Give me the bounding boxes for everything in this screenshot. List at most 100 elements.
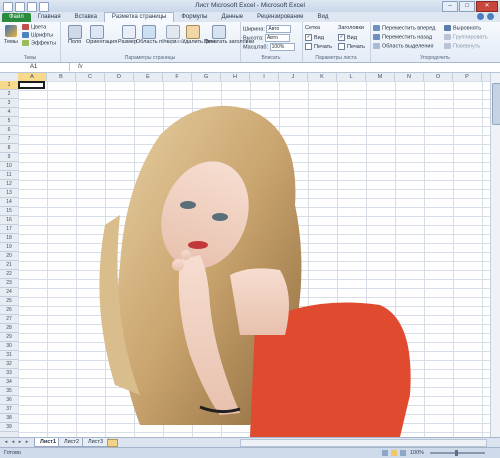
maximize-button[interactable]: □	[459, 1, 475, 12]
column-header[interactable]: N	[395, 73, 424, 81]
row-header[interactable]: 29	[0, 333, 18, 342]
row-header[interactable]: 16	[0, 216, 18, 225]
row-header[interactable]: 11	[0, 171, 18, 180]
gridlines-view-checkbox[interactable]: ✓ Вид	[305, 34, 324, 41]
page-layout-view-icon[interactable]	[391, 450, 397, 456]
colors-button[interactable]: Цвета	[22, 24, 46, 30]
group-button[interactable]: Группировать	[444, 34, 488, 40]
row-header[interactable]: 32	[0, 360, 18, 369]
active-cell[interactable]	[18, 81, 45, 89]
horizontal-scrollbar[interactable]	[240, 439, 487, 447]
column-header[interactable]: M	[366, 73, 395, 81]
tab-view[interactable]: Вид	[311, 13, 336, 22]
headings-view-checkbox[interactable]: ✓ Вид	[338, 34, 357, 41]
tab-file[interactable]: Файл	[2, 13, 31, 22]
sheet-tab-3[interactable]: Лист3	[82, 438, 110, 447]
vertical-scrollbar[interactable]	[490, 73, 500, 437]
column-header[interactable]: C	[76, 73, 105, 81]
print-area-icon[interactable]	[142, 25, 156, 39]
row-header[interactable]: 33	[0, 369, 18, 378]
row-header[interactable]: 39	[0, 423, 18, 432]
row-header[interactable]: 3	[0, 99, 18, 108]
row-header[interactable]: 18	[0, 234, 18, 243]
print-titles-icon[interactable]	[212, 25, 226, 39]
column-header[interactable]: A	[18, 73, 47, 81]
next-sheet-icon[interactable]: ▸	[17, 439, 23, 445]
tab-insert[interactable]: Вставка	[68, 13, 104, 22]
column-header[interactable]: D	[105, 73, 134, 81]
row-header[interactable]: 7	[0, 135, 18, 144]
row-header[interactable]: 21	[0, 261, 18, 270]
zoom-level[interactable]: 100%	[410, 450, 424, 456]
tab-home[interactable]: Главная	[31, 13, 68, 22]
breaks-icon[interactable]	[166, 25, 180, 39]
effects-button[interactable]: Эффекты	[22, 40, 56, 46]
orientation-button[interactable]: Ориентация	[86, 39, 117, 45]
size-button[interactable]: Размер	[118, 39, 137, 45]
row-header[interactable]: 19	[0, 243, 18, 252]
row-header[interactable]: 36	[0, 396, 18, 405]
column-header[interactable]: P	[453, 73, 482, 81]
row-header[interactable]: 6	[0, 126, 18, 135]
row-header[interactable]: 14	[0, 198, 18, 207]
row-header[interactable]: 4	[0, 108, 18, 117]
row-header[interactable]: 26	[0, 306, 18, 315]
name-box[interactable]: A1	[0, 63, 70, 71]
column-header[interactable]: B	[47, 73, 76, 81]
row-header[interactable]: 37	[0, 405, 18, 414]
first-sheet-icon[interactable]: ◂	[3, 439, 9, 445]
column-header[interactable]: L	[337, 73, 366, 81]
row-header[interactable]: 35	[0, 387, 18, 396]
row-header[interactable]: 12	[0, 180, 18, 189]
row-header[interactable]: 28	[0, 324, 18, 333]
margins-icon[interactable]	[68, 25, 82, 39]
send-backward-button[interactable]: Переместить назад	[373, 34, 432, 40]
row-header[interactable]: 24	[0, 288, 18, 297]
row-header[interactable]: 22	[0, 270, 18, 279]
size-icon[interactable]	[122, 25, 136, 39]
themes-button[interactable]: Темы	[4, 39, 18, 45]
row-header[interactable]: 13	[0, 189, 18, 198]
tab-review[interactable]: Рецензирование	[250, 13, 310, 22]
background-icon[interactable]	[186, 25, 200, 39]
height-select[interactable]: Авто	[264, 34, 290, 42]
row-header[interactable]: 15	[0, 207, 18, 216]
tab-formulas[interactable]: Формулы	[174, 13, 214, 22]
column-header[interactable]: O	[424, 73, 453, 81]
prev-sheet-icon[interactable]: ◂	[10, 439, 16, 445]
minimize-button[interactable]: –	[442, 1, 458, 12]
selection-pane-button[interactable]: Область выделения	[373, 43, 433, 49]
column-header[interactable]: K	[308, 73, 337, 81]
row-header[interactable]: 17	[0, 225, 18, 234]
scale-input[interactable]: 100%	[269, 43, 295, 51]
column-header[interactable]: E	[134, 73, 163, 81]
select-all-button[interactable]	[0, 73, 19, 81]
row-header[interactable]: 1	[0, 81, 18, 90]
last-sheet-icon[interactable]: ▸	[24, 439, 30, 445]
bring-forward-button[interactable]: Переместить вперед	[373, 25, 435, 31]
normal-view-icon[interactable]	[382, 450, 388, 456]
insert-function-icon[interactable]: fx	[78, 63, 83, 71]
orientation-icon[interactable]	[90, 25, 104, 39]
column-header[interactable]: G	[192, 73, 221, 81]
close-button[interactable]: ✕	[476, 1, 498, 12]
align-button[interactable]: Выровнять	[444, 25, 481, 31]
tab-data[interactable]: Данные	[214, 13, 250, 22]
tab-page-layout[interactable]: Разметка страницы	[103, 12, 175, 22]
width-select[interactable]: Авто	[266, 25, 292, 33]
row-header[interactable]: 30	[0, 342, 18, 351]
gridlines-print-checkbox[interactable]: Печать	[305, 43, 332, 50]
fonts-button[interactable]: Шрифты	[22, 32, 53, 38]
sheet-tab-2[interactable]: Лист2	[58, 438, 86, 447]
column-header[interactable]: F	[163, 73, 192, 81]
minimize-ribbon-icon[interactable]	[477, 13, 484, 20]
row-header[interactable]: 2	[0, 90, 18, 99]
row-header[interactable]: 31	[0, 351, 18, 360]
column-header[interactable]: H	[221, 73, 250, 81]
column-header[interactable]: I	[250, 73, 279, 81]
row-header[interactable]: 27	[0, 315, 18, 324]
page-break-view-icon[interactable]	[400, 450, 406, 456]
rotate-button[interactable]: Повернуть	[444, 43, 480, 49]
row-header[interactable]: 20	[0, 252, 18, 261]
row-header[interactable]: 25	[0, 297, 18, 306]
